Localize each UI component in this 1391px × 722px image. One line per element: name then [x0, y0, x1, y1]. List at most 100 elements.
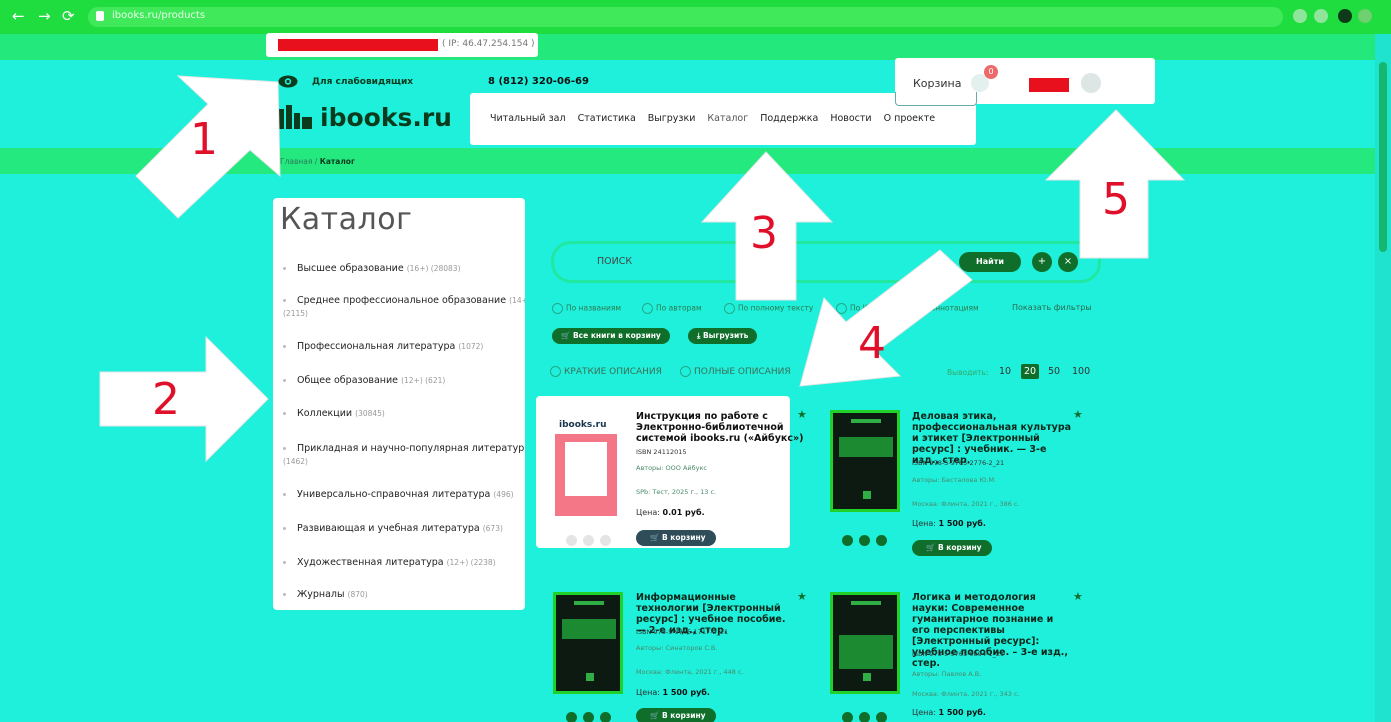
- low-vision-link[interactable]: Для слабовидящих: [312, 77, 413, 87]
- book-actions-icons[interactable]: [566, 712, 611, 722]
- menu-item-reading-room[interactable]: Читальный зал: [490, 113, 566, 124]
- book-isbn: ISBN 24112015: [636, 448, 687, 456]
- breadcrumb-home[interactable]: Главная: [280, 157, 312, 166]
- add-to-cart-button[interactable]: 🛒 В корзину: [636, 530, 716, 546]
- catalog-sidebar: Каталог Высшее образование (16+) (28083)…: [273, 198, 525, 610]
- star-icon[interactable]: ★: [1073, 408, 1083, 421]
- cart-link[interactable]: Корзина: [913, 77, 961, 90]
- book-authors[interactable]: Авторы: ООО Айбукс: [636, 464, 707, 472]
- redacted-username[interactable]: [1029, 78, 1069, 92]
- filter-by-title[interactable]: По названиям: [552, 303, 621, 314]
- add-icon[interactable]: +: [1032, 252, 1052, 272]
- book-cover[interactable]: [830, 592, 900, 694]
- per-page-20[interactable]: 20: [1021, 364, 1040, 379]
- book-actions-icons[interactable]: [566, 535, 611, 546]
- menu-item-news[interactable]: Новости: [830, 113, 871, 124]
- logo-books-icon[interactable]: [278, 105, 314, 129]
- button-label: В корзину: [661, 711, 706, 720]
- book-price: Цена: 0.01 руб.: [636, 508, 705, 517]
- forward-icon[interactable]: →: [38, 8, 51, 24]
- sidebar-item-applied-popular-science[interactable]: Прикладная и научно-популярная литератур…: [283, 442, 525, 468]
- sidebar-item-journals[interactable]: Журналы (870): [283, 588, 525, 601]
- per-page-50[interactable]: 50: [1048, 366, 1060, 377]
- sidebar-item-count: (496): [493, 490, 514, 499]
- sidebar-item-reference-literature[interactable]: Универсально-справочная литература (496): [283, 488, 525, 501]
- filter-by-authors[interactable]: По авторам: [642, 303, 702, 314]
- cart-icon: 🛒: [926, 543, 938, 552]
- annotation-label-5: 5: [1102, 174, 1130, 225]
- filter-by-fulltext[interactable]: По полному тексту: [724, 303, 813, 314]
- breadcrumb-separator: /: [314, 157, 318, 166]
- address-url: ibooks.ru/products: [112, 10, 206, 21]
- site-logo[interactable]: ibooks.ru: [320, 103, 452, 132]
- sidebar-item-label: Универсально-справочная литература: [297, 489, 491, 500]
- sidebar-item-label: Прикладная и научно-популярная литератур…: [297, 443, 525, 454]
- add-to-cart-button[interactable]: 🛒 В корзину: [636, 708, 716, 722]
- cart-count-badge: 0: [984, 65, 998, 79]
- sidebar-item-collections[interactable]: Коллекции (30845): [283, 407, 525, 420]
- annotation-label-2: 2: [152, 374, 180, 425]
- sidebar-item-count: (1072): [458, 342, 484, 351]
- sidebar-item-secondary-professional[interactable]: Среднее профессиональное образование (14…: [283, 294, 525, 320]
- book-cover[interactable]: [830, 410, 900, 512]
- ip-info-box: ( IP: 46.47.254.154 ): [266, 33, 538, 57]
- menu-item-about[interactable]: О проекте: [884, 113, 936, 124]
- book-authors[interactable]: Авторы: Бесталова Ю.М.: [912, 476, 996, 484]
- star-icon[interactable]: ★: [797, 590, 807, 603]
- book-cover[interactable]: ibooks.ru: [553, 414, 619, 516]
- view-short-descriptions[interactable]: КРАТКИЕ ОПИСАНИЯ: [550, 366, 662, 377]
- filter-by-isbn[interactable]: По ISBN: [836, 303, 880, 314]
- book-title[interactable]: Инструкция по работе с Электронно-библио…: [636, 411, 808, 444]
- book-authors[interactable]: Авторы: Синаторов С.В.: [636, 644, 717, 652]
- find-button[interactable]: Найти: [959, 252, 1021, 272]
- extensions-icon[interactable]: [1338, 9, 1352, 23]
- sidebar-item-educational-literature[interactable]: Развивающая и учебная литература (673): [283, 522, 525, 535]
- scrollbar-thumb[interactable]: [1379, 62, 1387, 252]
- eye-icon[interactable]: [278, 75, 298, 88]
- per-page-label: Выводить:: [947, 368, 989, 377]
- star-icon[interactable]: ★: [797, 408, 807, 421]
- back-icon[interactable]: ←: [12, 8, 25, 24]
- menu-item-statistics[interactable]: Статистика: [578, 113, 636, 124]
- book-actions-icons[interactable]: [842, 535, 887, 546]
- book-authors[interactable]: Авторы: Павлов А.В.: [912, 670, 981, 678]
- user-avatar-icon[interactable]: [1081, 73, 1101, 93]
- view-full-descriptions[interactable]: ПОЛНЫЕ ОПИСАНИЯ: [680, 366, 791, 377]
- sidebar-item-label: Среднее профессиональное образование: [297, 295, 507, 306]
- sidebar-item-professional-literature[interactable]: Профессиональная литература (1072): [283, 340, 525, 353]
- menu-item-exports[interactable]: Выгрузки: [648, 113, 696, 124]
- profile-icon[interactable]: [1358, 9, 1372, 23]
- show-filters-link[interactable]: Показать фильтры: [1012, 303, 1092, 312]
- page-scrollbar[interactable]: [1375, 34, 1391, 722]
- sidebar-item-general-education[interactable]: Общее образование (12+) (621): [283, 374, 525, 387]
- menu-item-support[interactable]: Поддержка: [760, 113, 818, 124]
- book-actions-icons[interactable]: [842, 712, 887, 722]
- sidebar-item-count: (12+) (621): [401, 376, 446, 385]
- annotation-label-4: 4: [858, 318, 886, 369]
- star-icon[interactable]: ★: [1073, 590, 1083, 603]
- export-button[interactable]: ⤓ Выгрузить: [688, 328, 758, 344]
- book-publisher: Москва: Флинта, 2021 г., 386 с.: [912, 500, 1020, 508]
- menu-item-catalog[interactable]: Каталог: [707, 113, 748, 124]
- sidebar-item-count: (870): [347, 590, 368, 599]
- per-page-100[interactable]: 100: [1072, 366, 1090, 377]
- filter-label: По названиям: [566, 303, 622, 313]
- button-label: В корзину: [661, 533, 706, 542]
- book-title[interactable]: Деловая этика, профессиональная культура…: [912, 411, 1072, 466]
- filter-by-annotations[interactable]: По аннотациям: [904, 303, 979, 314]
- sidebar-item-label: Общее образование: [297, 375, 399, 386]
- price-label: Цена:: [636, 508, 660, 517]
- sidebar-item-higher-education[interactable]: Высшее образование (16+) (28083): [283, 262, 525, 275]
- address-bar[interactable]: ibooks.ru/products: [88, 7, 1283, 27]
- sidebar-item-fiction[interactable]: Художественная литература (12+) (2238): [283, 556, 525, 569]
- reload-icon[interactable]: ⟳: [62, 8, 75, 24]
- bookmark-star-icon[interactable]: [1314, 9, 1328, 23]
- book-cover[interactable]: [553, 592, 623, 694]
- clear-icon[interactable]: ×: [1058, 252, 1078, 272]
- sidebar-item-count: (1462): [283, 457, 308, 466]
- all-books-to-cart-button[interactable]: 🛒 Все книги в корзину: [552, 328, 670, 344]
- per-page-10[interactable]: 10: [999, 366, 1011, 377]
- cart-icon: 🛒: [561, 331, 573, 340]
- add-to-cart-button[interactable]: 🛒 В корзину: [912, 540, 992, 556]
- zoom-icon[interactable]: [1293, 9, 1307, 23]
